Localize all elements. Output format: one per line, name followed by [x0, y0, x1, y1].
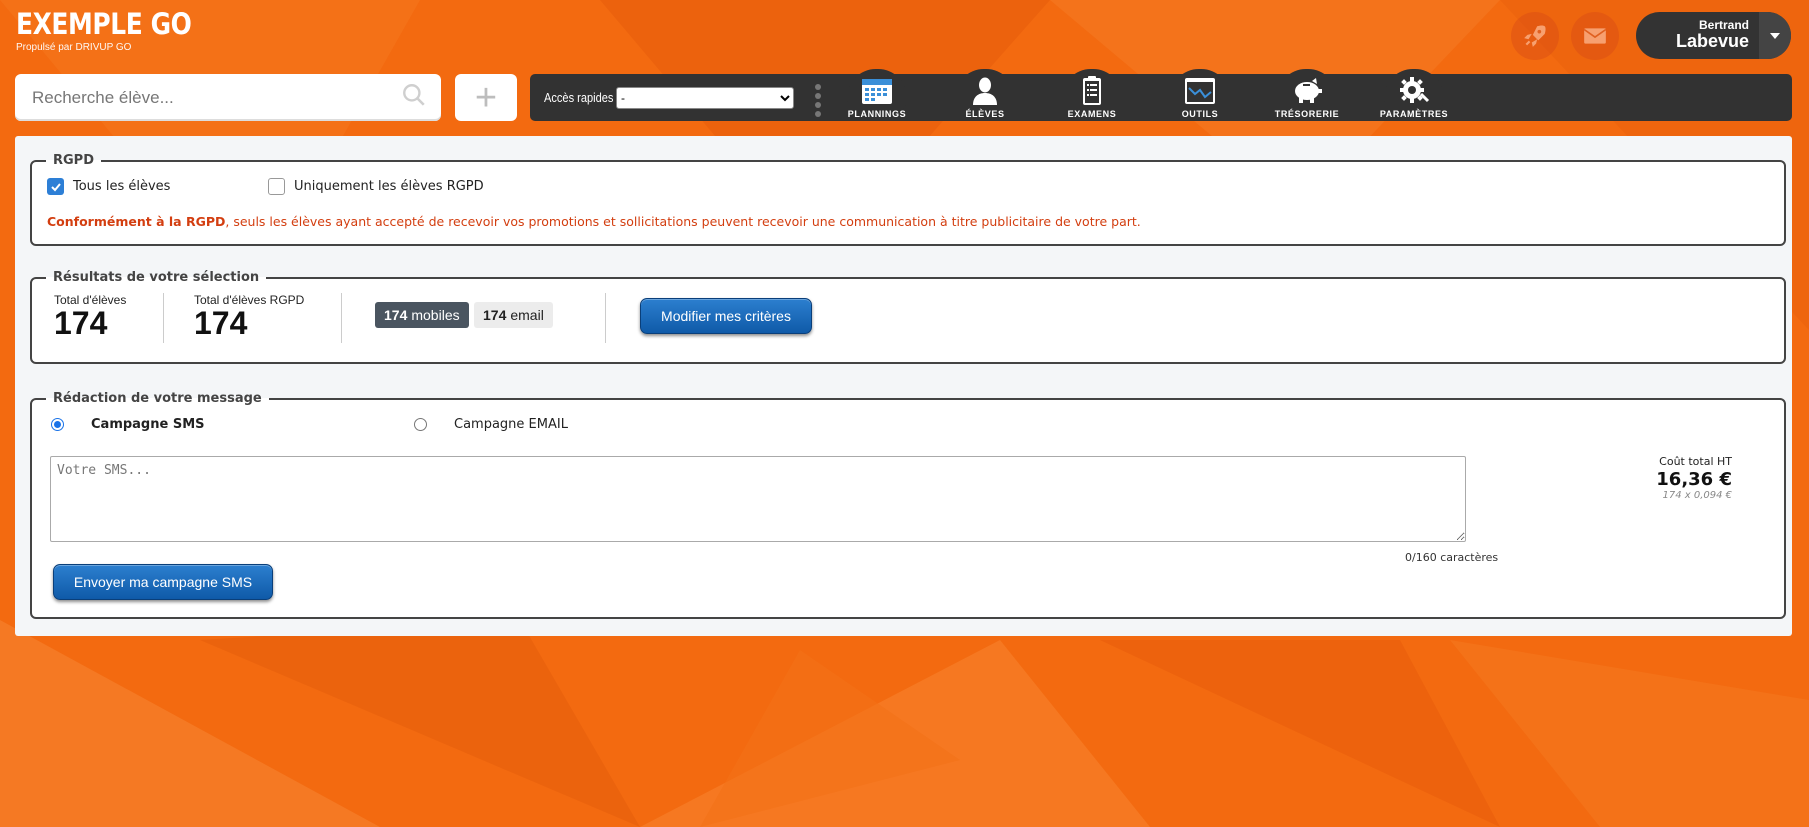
option-sms-campaign[interactable]: Campagne SMS — [51, 417, 205, 432]
divider — [605, 293, 606, 343]
plus-icon: + — [474, 76, 498, 119]
radio-selected[interactable] — [51, 418, 64, 431]
user-last-name: Labevue — [1675, 31, 1749, 51]
message-section: Rédaction de votre message Campagne SMS … — [30, 391, 1786, 619]
drag-handle-icon[interactable] — [815, 84, 821, 120]
cost-value: 16,36 € — [1656, 469, 1732, 490]
user-menu[interactable]: Bertrand Labevue — [1636, 12, 1791, 59]
rgpd-note: Conformément à la RGPD, seuls les élèves… — [47, 214, 1141, 229]
email-count: 174 — [483, 307, 507, 323]
checkbox-unchecked[interactable] — [268, 178, 285, 195]
add-student-button[interactable]: + — [455, 74, 517, 121]
user-first-name: Bertrand — [1698, 18, 1749, 32]
cost-summary: Coût total HT 16,36 € 174 x 0,094 € — [1656, 455, 1732, 501]
mobiles-badge: 174 mobiles — [375, 302, 469, 328]
nav-parametres[interactable]: PARAMÈTRES — [1361, 69, 1467, 121]
search-icon[interactable] — [401, 82, 427, 113]
checkbox-checked[interactable] — [47, 178, 64, 195]
main-panel: RGPD Tous les élèves Uniquement les élèv… — [15, 136, 1792, 636]
results-legend: Résultats de votre sélection — [53, 270, 260, 285]
sms-textarea[interactable] — [50, 456, 1466, 542]
clipboard-icon — [1083, 76, 1101, 105]
user-icon — [973, 77, 997, 105]
search-box[interactable] — [15, 74, 441, 121]
brand-title: EXEMPLE GO — [16, 7, 192, 41]
cost-detail: 174 x 0,094 € — [1662, 490, 1732, 501]
rgpd-legend: RGPD — [53, 153, 94, 168]
email-badge: 174 email — [474, 302, 553, 328]
main-toolbar: Accès rapides - PLANNINGS ÉLÈVES EXAMENS — [530, 69, 1792, 121]
mobiles-label: mobiles — [411, 307, 460, 323]
rgpd-section: RGPD Tous les élèves Uniquement les élèv… — [30, 153, 1786, 246]
option-email-label: Campagne EMAIL — [454, 417, 568, 432]
results-section: Résultats de votre sélection Total d'élè… — [30, 270, 1786, 364]
divider — [341, 293, 342, 343]
radio-unselected[interactable] — [414, 418, 427, 431]
rocket-button[interactable] — [1511, 12, 1559, 60]
nav-label: PLANNINGS — [847, 109, 907, 119]
option-rgpd-label: Uniquement les élèves RGPD — [294, 179, 484, 194]
rgpd-note-bold: Conformément à la RGPD — [47, 214, 226, 229]
message-legend: Rédaction de votre message — [53, 391, 262, 406]
nav-label: OUTILS — [1181, 109, 1219, 119]
option-rgpd-only[interactable]: Uniquement les élèves RGPD — [268, 178, 484, 195]
send-campaign-button[interactable]: Envoyer ma campagne SMS — [53, 564, 273, 600]
nav-label: ÉLÈVES — [965, 109, 1005, 119]
nav-eleves[interactable]: ÉLÈVES — [932, 69, 1038, 121]
modify-criteria-button[interactable]: Modifier mes critères — [640, 298, 812, 334]
check-icon — [50, 182, 61, 191]
nav-label: TRÉSORERIE — [1274, 109, 1340, 119]
mobiles-count: 174 — [384, 307, 408, 323]
brand[interactable]: EXEMPLE GO Propulsé par DRIVUP GO — [16, 7, 220, 54]
nav-outils[interactable]: OUTILS — [1147, 69, 1253, 121]
mail-button[interactable] — [1571, 12, 1619, 60]
stat-total: Total d'élèves 174 — [54, 293, 126, 341]
caret-down-icon — [1770, 32, 1780, 39]
stat-total-rgpd: Total d'élèves RGPD 174 — [194, 293, 304, 341]
option-email-campaign[interactable]: Campagne EMAIL — [414, 417, 568, 432]
option-all-students[interactable]: Tous les élèves — [47, 178, 170, 195]
cost-label: Coût total HT — [1659, 455, 1732, 468]
calendar-icon — [862, 79, 892, 104]
option-sms-label: Campagne SMS — [91, 417, 205, 432]
nav-plannings[interactable]: PLANNINGS — [824, 69, 930, 121]
nav-label: PARAMÈTRES — [1379, 109, 1449, 119]
nav-label: EXAMENS — [1067, 109, 1117, 119]
nav-examens[interactable]: EXAMENS — [1039, 69, 1145, 121]
gear-icon — [1400, 77, 1430, 103]
rgpd-note-text: , seuls les élèves ayant accepté de rece… — [225, 214, 1141, 229]
rocket-icon — [1524, 25, 1546, 47]
chart-window-icon — [1185, 78, 1215, 104]
brand-subtitle: Propulsé par DRIVUP GO — [16, 42, 132, 53]
quick-access-select[interactable]: - — [616, 87, 794, 109]
nav-tresorerie[interactable]: TRÉSORERIE — [1254, 69, 1360, 121]
divider — [163, 293, 164, 343]
piggy-bank-icon — [1295, 78, 1322, 103]
search-input[interactable] — [32, 87, 401, 108]
option-all-label: Tous les élèves — [73, 179, 171, 194]
quick-access-label: Accès rapides — [544, 90, 614, 105]
char-counter: 0/160 caractères — [1405, 551, 1499, 564]
stat-total-rgpd-value: 174 — [194, 305, 248, 341]
stat-total-value: 174 — [54, 305, 108, 341]
email-label: email — [510, 307, 544, 323]
envelope-icon — [1583, 28, 1607, 44]
